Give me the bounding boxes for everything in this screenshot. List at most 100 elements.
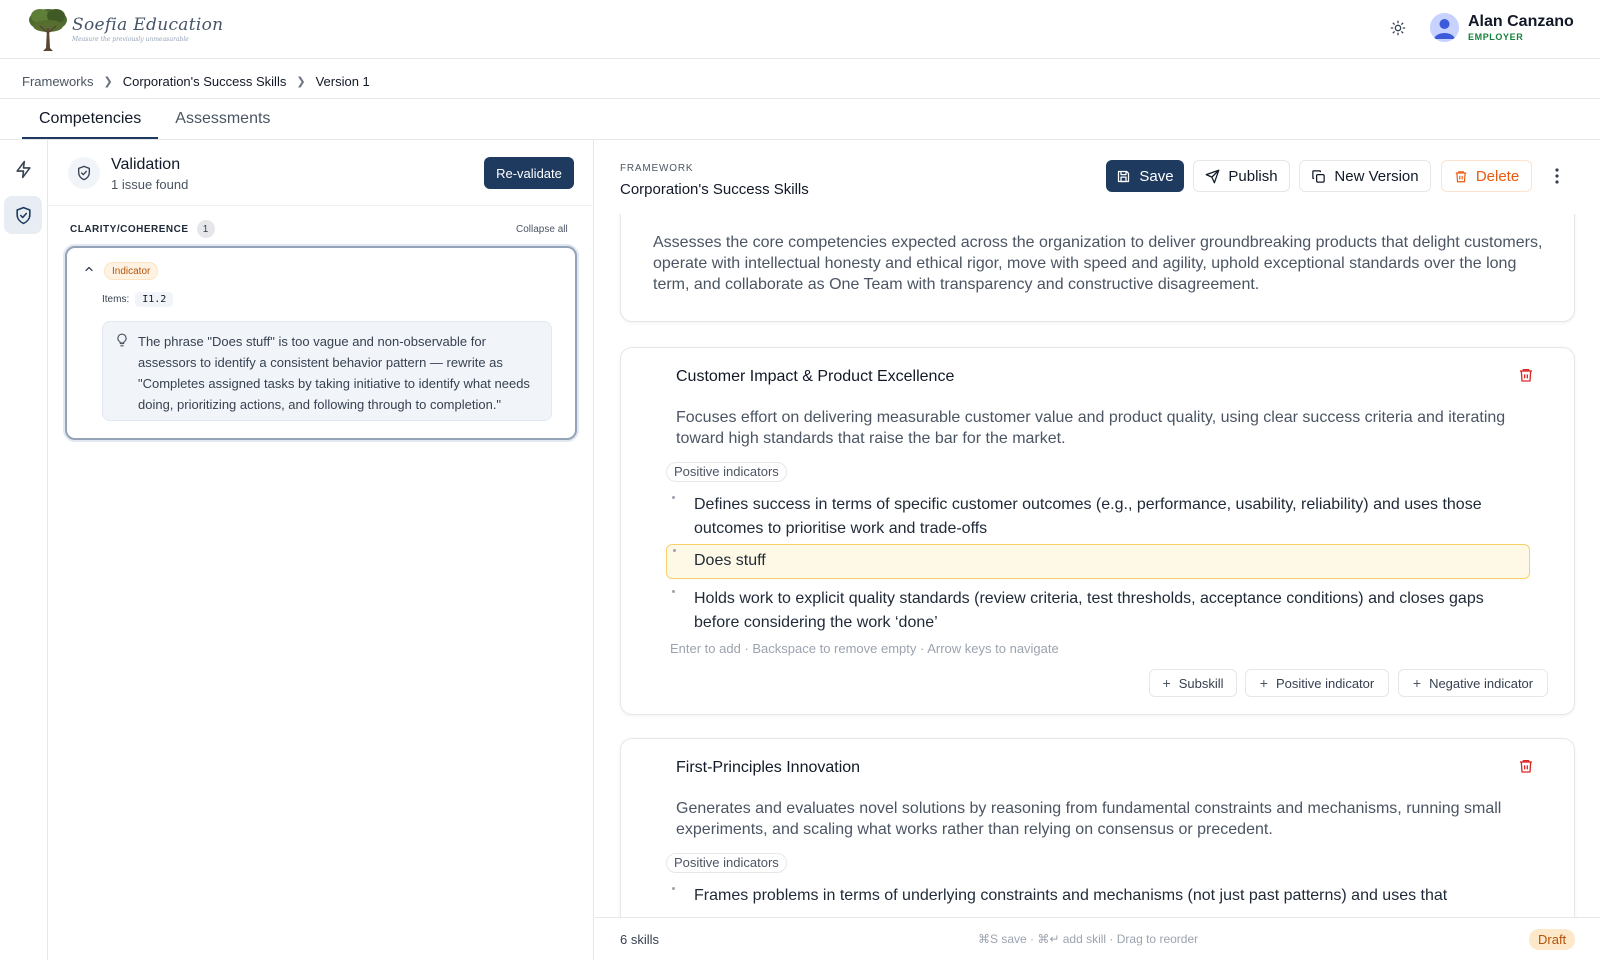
chevron-up-icon[interactable]: [82, 262, 96, 276]
indicator-text[interactable]: Frames problems in terms of underlying c…: [694, 884, 1514, 908]
issue-category[interactable]: CLARITY/COHERENCE 1: [70, 220, 215, 238]
rail-validation-button[interactable]: [4, 196, 42, 234]
delete-button[interactable]: Delete: [1441, 160, 1532, 192]
user-avatar-icon: [1430, 13, 1459, 42]
issue-suggestion: The phrase "Does stuff" is too vague and…: [102, 321, 552, 421]
send-icon: [1206, 169, 1220, 183]
theme-toggle-button[interactable]: [1387, 17, 1409, 39]
shield-check-icon: [15, 206, 31, 224]
rail-quick-actions-button[interactable]: [4, 150, 42, 188]
revalidate-button[interactable]: Re-validate: [484, 157, 574, 189]
suggestion-text: The phrase "Does stuff" is too vague and…: [138, 334, 530, 412]
skill-description[interactable]: Generates and evaluates novel solutions …: [676, 798, 1506, 840]
status-footer: 6 skills ⌘S save · ⌘↵ add skill · Drag t…: [595, 917, 1600, 960]
plus-icon: +: [1412, 675, 1422, 691]
items-label: Items:: [102, 294, 130, 305]
sun-icon: [1390, 20, 1406, 36]
skill-card[interactable]: Customer Impact & Product Excellence Foc…: [620, 347, 1575, 715]
top-bar: Soefia Education Measure the previously …: [0, 0, 1600, 59]
add-subskill-button[interactable]: + Subskill: [1149, 669, 1237, 697]
framework-description-card: Assesses the core competencies expected …: [620, 214, 1575, 322]
validation-header: Validation 1 issue found Re-validate: [48, 140, 594, 206]
add-subskill-label: Subskill: [1178, 675, 1224, 691]
status-badge: Draft: [1529, 929, 1576, 950]
lightning-icon: [15, 160, 31, 178]
issue-items: Items: I1.2: [102, 292, 174, 307]
item-code[interactable]: I1.2: [135, 292, 174, 307]
bullet: [672, 496, 675, 499]
breadcrumb-frameworks[interactable]: Frameworks: [22, 74, 94, 89]
tab-bar: Competencies Assessments: [22, 99, 287, 139]
plus-icon: +: [1259, 675, 1268, 691]
collapse-all-button[interactable]: Collapse all: [516, 224, 568, 235]
save-label: Save: [1139, 167, 1174, 185]
positive-indicators-badge: Positive indicators: [666, 853, 787, 873]
framework-label: FRAMEWORK: [620, 163, 694, 174]
add-positive-indicator-button[interactable]: + Positive indicator: [1245, 669, 1389, 697]
indicator-item-flagged[interactable]: Does stuff: [666, 544, 1530, 579]
copy-icon: [1312, 169, 1326, 183]
trash-icon[interactable]: [1518, 758, 1534, 774]
validation-title: Validation: [111, 156, 181, 173]
chevron-right-icon: ❯: [103, 75, 113, 88]
lightbulb-icon: [117, 333, 127, 347]
framework-name: Corporation's Success Skills: [620, 181, 809, 198]
add-negative-indicator-button[interactable]: + Negative indicator: [1398, 669, 1548, 697]
indicator-text[interactable]: Holds work to explicit quality standards…: [694, 587, 1514, 635]
bullet: [673, 549, 676, 552]
skills-count: 6 skills: [620, 932, 660, 947]
more-vertical-icon[interactable]: [1547, 164, 1567, 188]
positive-indicators-badge: Positive indicators: [666, 462, 787, 482]
delete-label: Delete: [1475, 167, 1520, 185]
indicator-item[interactable]: Frames problems in terms of underlying c…: [666, 883, 1530, 917]
shield-check-icon: [68, 157, 100, 189]
tree-logo-icon: [29, 9, 67, 51]
category-count-badge: 1: [196, 220, 215, 238]
validation-summary: 1 issue found: [111, 177, 189, 192]
skill-description[interactable]: Focuses effort on delivering measurable …: [676, 407, 1506, 449]
save-icon: [1118, 170, 1130, 182]
skill-title[interactable]: Customer Impact & Product Excellence: [676, 368, 954, 386]
user-menu[interactable]: Alan Canzano EMPLOYER: [1430, 13, 1574, 42]
skill-card[interactable]: First-Principles Innovation Generates an…: [620, 738, 1575, 917]
add-positive-indicator-label: Positive indicator: [1275, 675, 1375, 691]
indicator-text[interactable]: Defines success in terms of specific cus…: [694, 493, 1514, 541]
tab-competencies[interactable]: Competencies: [22, 99, 159, 139]
chevron-right-icon: ❯: [296, 75, 306, 88]
publish-label: Publish: [1228, 167, 1278, 185]
save-button[interactable]: Save: [1106, 160, 1184, 192]
issue-card[interactable]: Indicator Items: I1.2 The phrase "Does s…: [65, 246, 577, 440]
avatar: [1430, 13, 1459, 42]
issue-type-badge: Indicator: [104, 262, 159, 280]
new-version-label: New Version: [1334, 167, 1419, 185]
bullet: [672, 887, 675, 890]
plus-icon: +: [1162, 675, 1171, 691]
trash-icon: [1455, 170, 1467, 182]
skills-scroll-area[interactable]: Assesses the core competencies expected …: [595, 214, 1600, 917]
keyboard-hint: Enter to add · Backspace to remove empty…: [670, 641, 1059, 656]
tab-assessments[interactable]: Assessments: [158, 99, 287, 139]
framework-description[interactable]: Assesses the core competencies expected …: [653, 232, 1543, 295]
publish-button[interactable]: Publish: [1193, 160, 1290, 192]
bullet: [672, 590, 675, 593]
add-negative-indicator-label: Negative indicator: [1429, 675, 1534, 691]
new-version-button[interactable]: New Version: [1299, 160, 1431, 192]
brand-name: Soefia Education: [72, 15, 224, 35]
validation-panel: Validation 1 issue found Re-validate CLA…: [48, 140, 594, 960]
category-label: CLARITY/COHERENCE: [70, 223, 189, 235]
indicator-text[interactable]: Does stuff: [694, 549, 1514, 573]
breadcrumb-framework[interactable]: Corporation's Success Skills: [123, 74, 287, 89]
user-name: Alan Canzano: [1468, 13, 1574, 30]
breadcrumb-version: Version 1: [315, 73, 370, 89]
indicator-item[interactable]: Defines success in terms of specific cus…: [666, 492, 1530, 542]
skill-title[interactable]: First-Principles Innovation: [676, 759, 860, 777]
brand-logo[interactable]: Soefia Education Measure the previously …: [26, 6, 223, 52]
breadcrumb: Frameworks ❯ Corporation's Success Skill…: [22, 72, 370, 90]
framework-header: FRAMEWORK Corporation's Success Skills S…: [595, 140, 1600, 214]
brand-tagline: Measure the previously unmeasurable: [72, 36, 189, 43]
keyboard-shortcuts-hint: ⌘S save · ⌘↵ add skill · Drag to reorder: [978, 932, 1199, 946]
trash-icon[interactable]: [1518, 367, 1534, 383]
indicator-item[interactable]: Holds work to explicit quality standards…: [666, 586, 1530, 636]
side-rail: [0, 140, 48, 960]
user-role: EMPLOYER: [1468, 32, 1524, 42]
